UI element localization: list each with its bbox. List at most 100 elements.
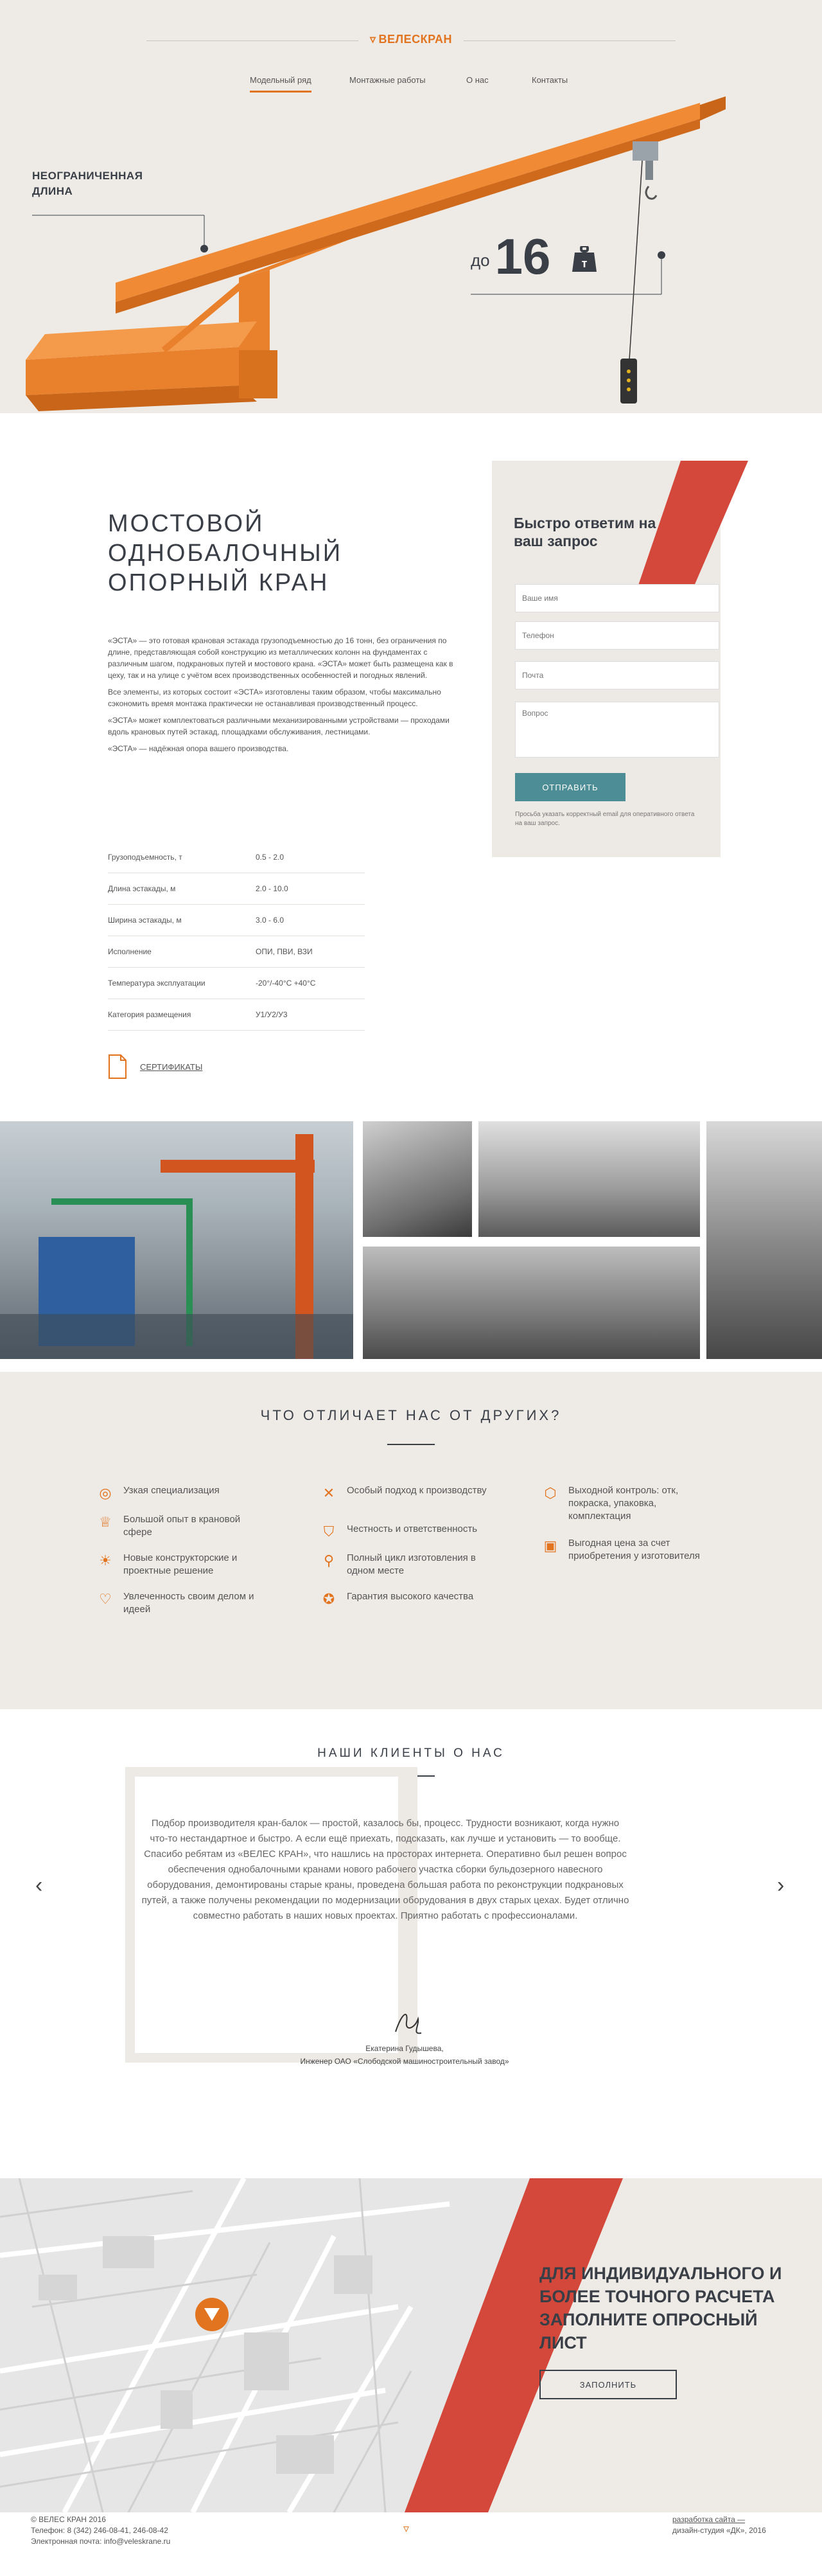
capacity-callout: до 16: [471, 231, 550, 285]
feature-item: ☀ Новые конструкторские и проектные решен…: [96, 1552, 263, 1577]
review-author: Екатерина Гудышева, Инженер ОАО «Слободс…: [270, 2042, 539, 2068]
logo-text: ВЕЛЕСКРАН: [378, 32, 453, 46]
logo-icon: ▿: [369, 32, 376, 46]
spec-row: Грузоподъемность, т 0.5 - 2.0: [108, 842, 365, 873]
hero-section: НЕОГРАНИЧЕННАЯ ДЛИНА до 16 т: [0, 0, 822, 413]
spec-value: -20°/-40°С +40°С: [256, 979, 316, 988]
feature-item: ▣ Выгодная цена за счет приобретения у из…: [541, 1537, 708, 1563]
gallery-photo[interactable]: [706, 1121, 822, 1359]
medal-icon: ♕: [99, 1514, 112, 1530]
form-title: Быстро ответим на ваш запрос: [514, 515, 656, 549]
feature-text: Честность и ответственность: [347, 1523, 478, 1534]
certificates-link[interactable]: СЕРТИФИКАТЫ: [140, 1062, 202, 1072]
description-paragraph: «ЭСТА» может комплектоваться различными …: [108, 716, 450, 736]
submit-button[interactable]: ОТПРАВИТЬ: [515, 773, 625, 801]
spec-row: Температура эксплуатации -20°/-40°С +40°С: [108, 968, 365, 999]
feature-item: ◎ Узкая специализация: [96, 1484, 263, 1502]
footer-phone: Телефон: 8 (342) 246-08-41, 246-08-42: [31, 2526, 168, 2535]
footer-credits: разработка сайта — дизайн-студия «ДК», 2…: [672, 2514, 766, 2536]
nav-contacts[interactable]: Контакты: [532, 75, 568, 85]
feature-text: Новые конструкторские и проектные решени…: [123, 1552, 238, 1576]
spec-row: Ширина эстакады, м 3.0 - 6.0: [108, 905, 365, 936]
form-note: Просьба указать корректный email для опе…: [515, 811, 695, 827]
features-title: ЧТО ОТЛИЧАЕТ НАС ОТ ДРУГИХ?: [260, 1407, 562, 1423]
title-underline: [387, 1444, 435, 1445]
logo[interactable]: ▿ ВЕЛЕСКРАН: [366, 30, 456, 49]
gallery-photo[interactable]: [363, 1121, 472, 1237]
spec-key: Грузоподъемность, т: [108, 853, 182, 862]
spec-key: Ширина эстакады, м: [108, 916, 182, 925]
nav-model-range[interactable]: Модельный ряд: [250, 75, 311, 93]
feature-text: Большой опыт в крановой сфере: [123, 1514, 241, 1538]
spec-key: Длина эстакады, м: [108, 884, 176, 893]
crane-illustration: [26, 96, 726, 411]
footer-design: дизайн-студия «ДК», 2016: [672, 2526, 766, 2535]
spec-row: Исполнение ОПИ, ПВИ, ВЗИ: [108, 936, 365, 968]
gallery-photo[interactable]: [0, 1121, 353, 1359]
spec-key: Исполнение: [108, 947, 152, 956]
nav-about[interactable]: О нас: [466, 75, 489, 85]
review-author-role: Инженер ОАО «Слободской машиностроительн…: [300, 2057, 509, 2066]
spec-key: Температура эксплуатации: [108, 979, 206, 988]
feature-text: Узкая специализация: [123, 1485, 220, 1496]
description-paragraph: «ЭСТА» — это готовая крановая эстакада г…: [108, 636, 453, 680]
footer-copyright: © ВЕЛЕС КРАН 2016: [31, 2515, 106, 2524]
prev-arrow-icon[interactable]: ‹: [35, 1873, 42, 1898]
gallery-photo[interactable]: [363, 1247, 700, 1359]
feature-item: ⬡ Выходной контроль: отк, покраска, упако…: [541, 1484, 708, 1523]
email-field[interactable]: [515, 661, 719, 689]
bulb-icon: ☀: [99, 1552, 112, 1568]
question-field[interactable]: [515, 702, 719, 758]
svg-text:т: т: [582, 257, 588, 270]
weight-icon: т: [572, 246, 597, 272]
footer-logo-icon[interactable]: ▿: [403, 2522, 409, 2536]
header-divider-left: [146, 40, 358, 41]
spec-value: ОПИ, ПВИ, ВЗИ: [256, 947, 313, 956]
tools-icon: ✕: [322, 1485, 335, 1501]
spec-row: Категория размещения У1/У2/У3: [108, 999, 365, 1031]
capacity-prefix: до: [471, 251, 490, 271]
spec-value: 3.0 - 6.0: [256, 916, 284, 925]
feature-text: Выгодная цена за счет приобретения у изг…: [568, 1538, 700, 1561]
feature-item: ✪ Гарантия высокого качества: [320, 1590, 487, 1608]
shield-icon: ⛉: [323, 1523, 335, 1540]
review-author-name: Екатерина Гудышева,: [365, 2044, 444, 2053]
document-icon: [109, 1054, 127, 1079]
next-arrow-icon[interactable]: ›: [777, 1873, 784, 1898]
capacity-value: 16: [494, 228, 551, 285]
wallet-icon: ▣: [543, 1538, 557, 1554]
feature-item: ♡ Увлеченность своим делом и идеей: [96, 1590, 263, 1616]
description-paragraph: Все элементы, из которых состоит «ЭСТА» …: [108, 688, 441, 708]
footer-dev-link[interactable]: разработка сайта —: [672, 2514, 766, 2525]
spec-value: 0.5 - 2.0: [256, 853, 284, 862]
spec-key: Категория размещения: [108, 1010, 191, 1019]
feature-item: ⛉ Честность и ответственность: [320, 1523, 487, 1541]
heart-icon: ♡: [99, 1591, 112, 1607]
feature-text: Особый подход к производству: [347, 1485, 487, 1496]
certificates-link-block[interactable]: СЕРТИФИКАТЫ: [108, 1054, 202, 1079]
feature-text: Увлеченность своим делом и идеей: [123, 1591, 254, 1615]
signature-icon: [395, 2014, 422, 2034]
reviews-title: НАШИ КЛИЕНТЫ О НАС: [317, 1746, 505, 1760]
nav-installation[interactable]: Монтажные работы: [349, 75, 426, 85]
fill-survey-button[interactable]: ЗАПОЛНИТЬ: [539, 2370, 677, 2399]
feature-item: ✕ Особый подход к производству: [320, 1484, 487, 1502]
description-paragraph: «ЭСТА» — надёжная опора вашего производс…: [108, 744, 289, 753]
review-text: Подбор производителя кран-балок — просто…: [141, 1818, 629, 1921]
location-icon: ⚲: [323, 1552, 335, 1568]
feature-text: Полный цикл изготовления в одном месте: [347, 1552, 476, 1576]
spec-value: У1/У2/У3: [256, 1010, 288, 1019]
feature-item: ♕ Большой опыт в крановой сфере: [96, 1513, 263, 1539]
footer-contacts: © ВЕЛЕС КРАН 2016 Телефон: 8 (342) 246-0…: [31, 2514, 170, 2547]
footer-email[interactable]: Электронная почта: info@veleskrane.ru: [31, 2536, 170, 2547]
award-icon: ✪: [322, 1591, 335, 1607]
specs-table: Грузоподъемность, т 0.5 - 2.0 Длина эстак…: [108, 842, 365, 1031]
phone-field[interactable]: [515, 621, 719, 650]
feature-item: ⚲ Полный цикл изготовления в одном месте: [320, 1552, 487, 1577]
gallery-photo[interactable]: [478, 1121, 700, 1237]
feature-text: Гарантия высокого качества: [347, 1591, 474, 1602]
feature-text: Выходной контроль: отк, покраска, упаков…: [568, 1485, 679, 1522]
name-field[interactable]: [515, 584, 719, 612]
length-callout: НЕОГРАНИЧЕННАЯ ДЛИНА: [32, 170, 143, 197]
spec-value: 2.0 - 10.0: [256, 884, 288, 893]
